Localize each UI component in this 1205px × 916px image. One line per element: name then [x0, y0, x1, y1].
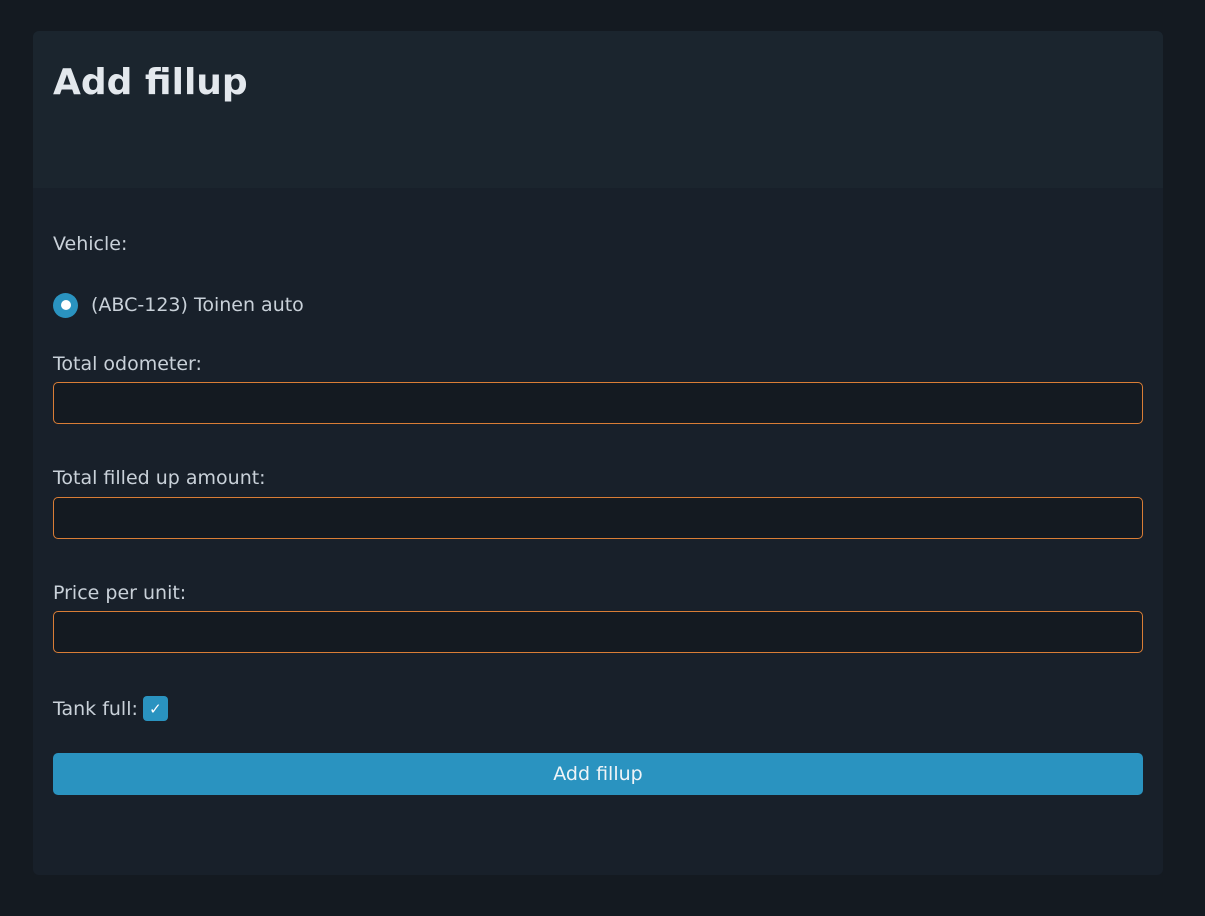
odometer-input[interactable] [53, 382, 1143, 424]
vehicle-option-label[interactable]: (ABC-123) Toinen auto [91, 294, 304, 316]
amount-label: Total filled up amount: [53, 467, 266, 489]
check-icon: ✓ [149, 699, 162, 718]
vehicle-radio-button[interactable] [53, 292, 78, 318]
price-label: Price per unit: [53, 582, 187, 604]
page-title: Add fillup [53, 62, 248, 103]
vehicle-label: Vehicle: [53, 233, 128, 255]
radio-selected-dot [60, 300, 71, 310]
tank-full-checkbox[interactable]: ✓ [142, 696, 168, 721]
card-header: Add fillup [33, 31, 1163, 188]
vehicle-radio-option[interactable]: (ABC-123) Toinen auto [53, 292, 304, 318]
price-input[interactable] [53, 611, 1143, 653]
tank-full-label: Tank full: [53, 697, 138, 720]
amount-input[interactable] [53, 497, 1143, 539]
odometer-label: Total odometer: [53, 353, 202, 375]
add-fillup-card: Add fillup Vehicle: (ABC-123) Toinen aut… [33, 31, 1163, 875]
tank-full-row: Tank full: ✓ [53, 696, 168, 721]
add-fillup-button[interactable]: Add fillup [53, 753, 1143, 795]
